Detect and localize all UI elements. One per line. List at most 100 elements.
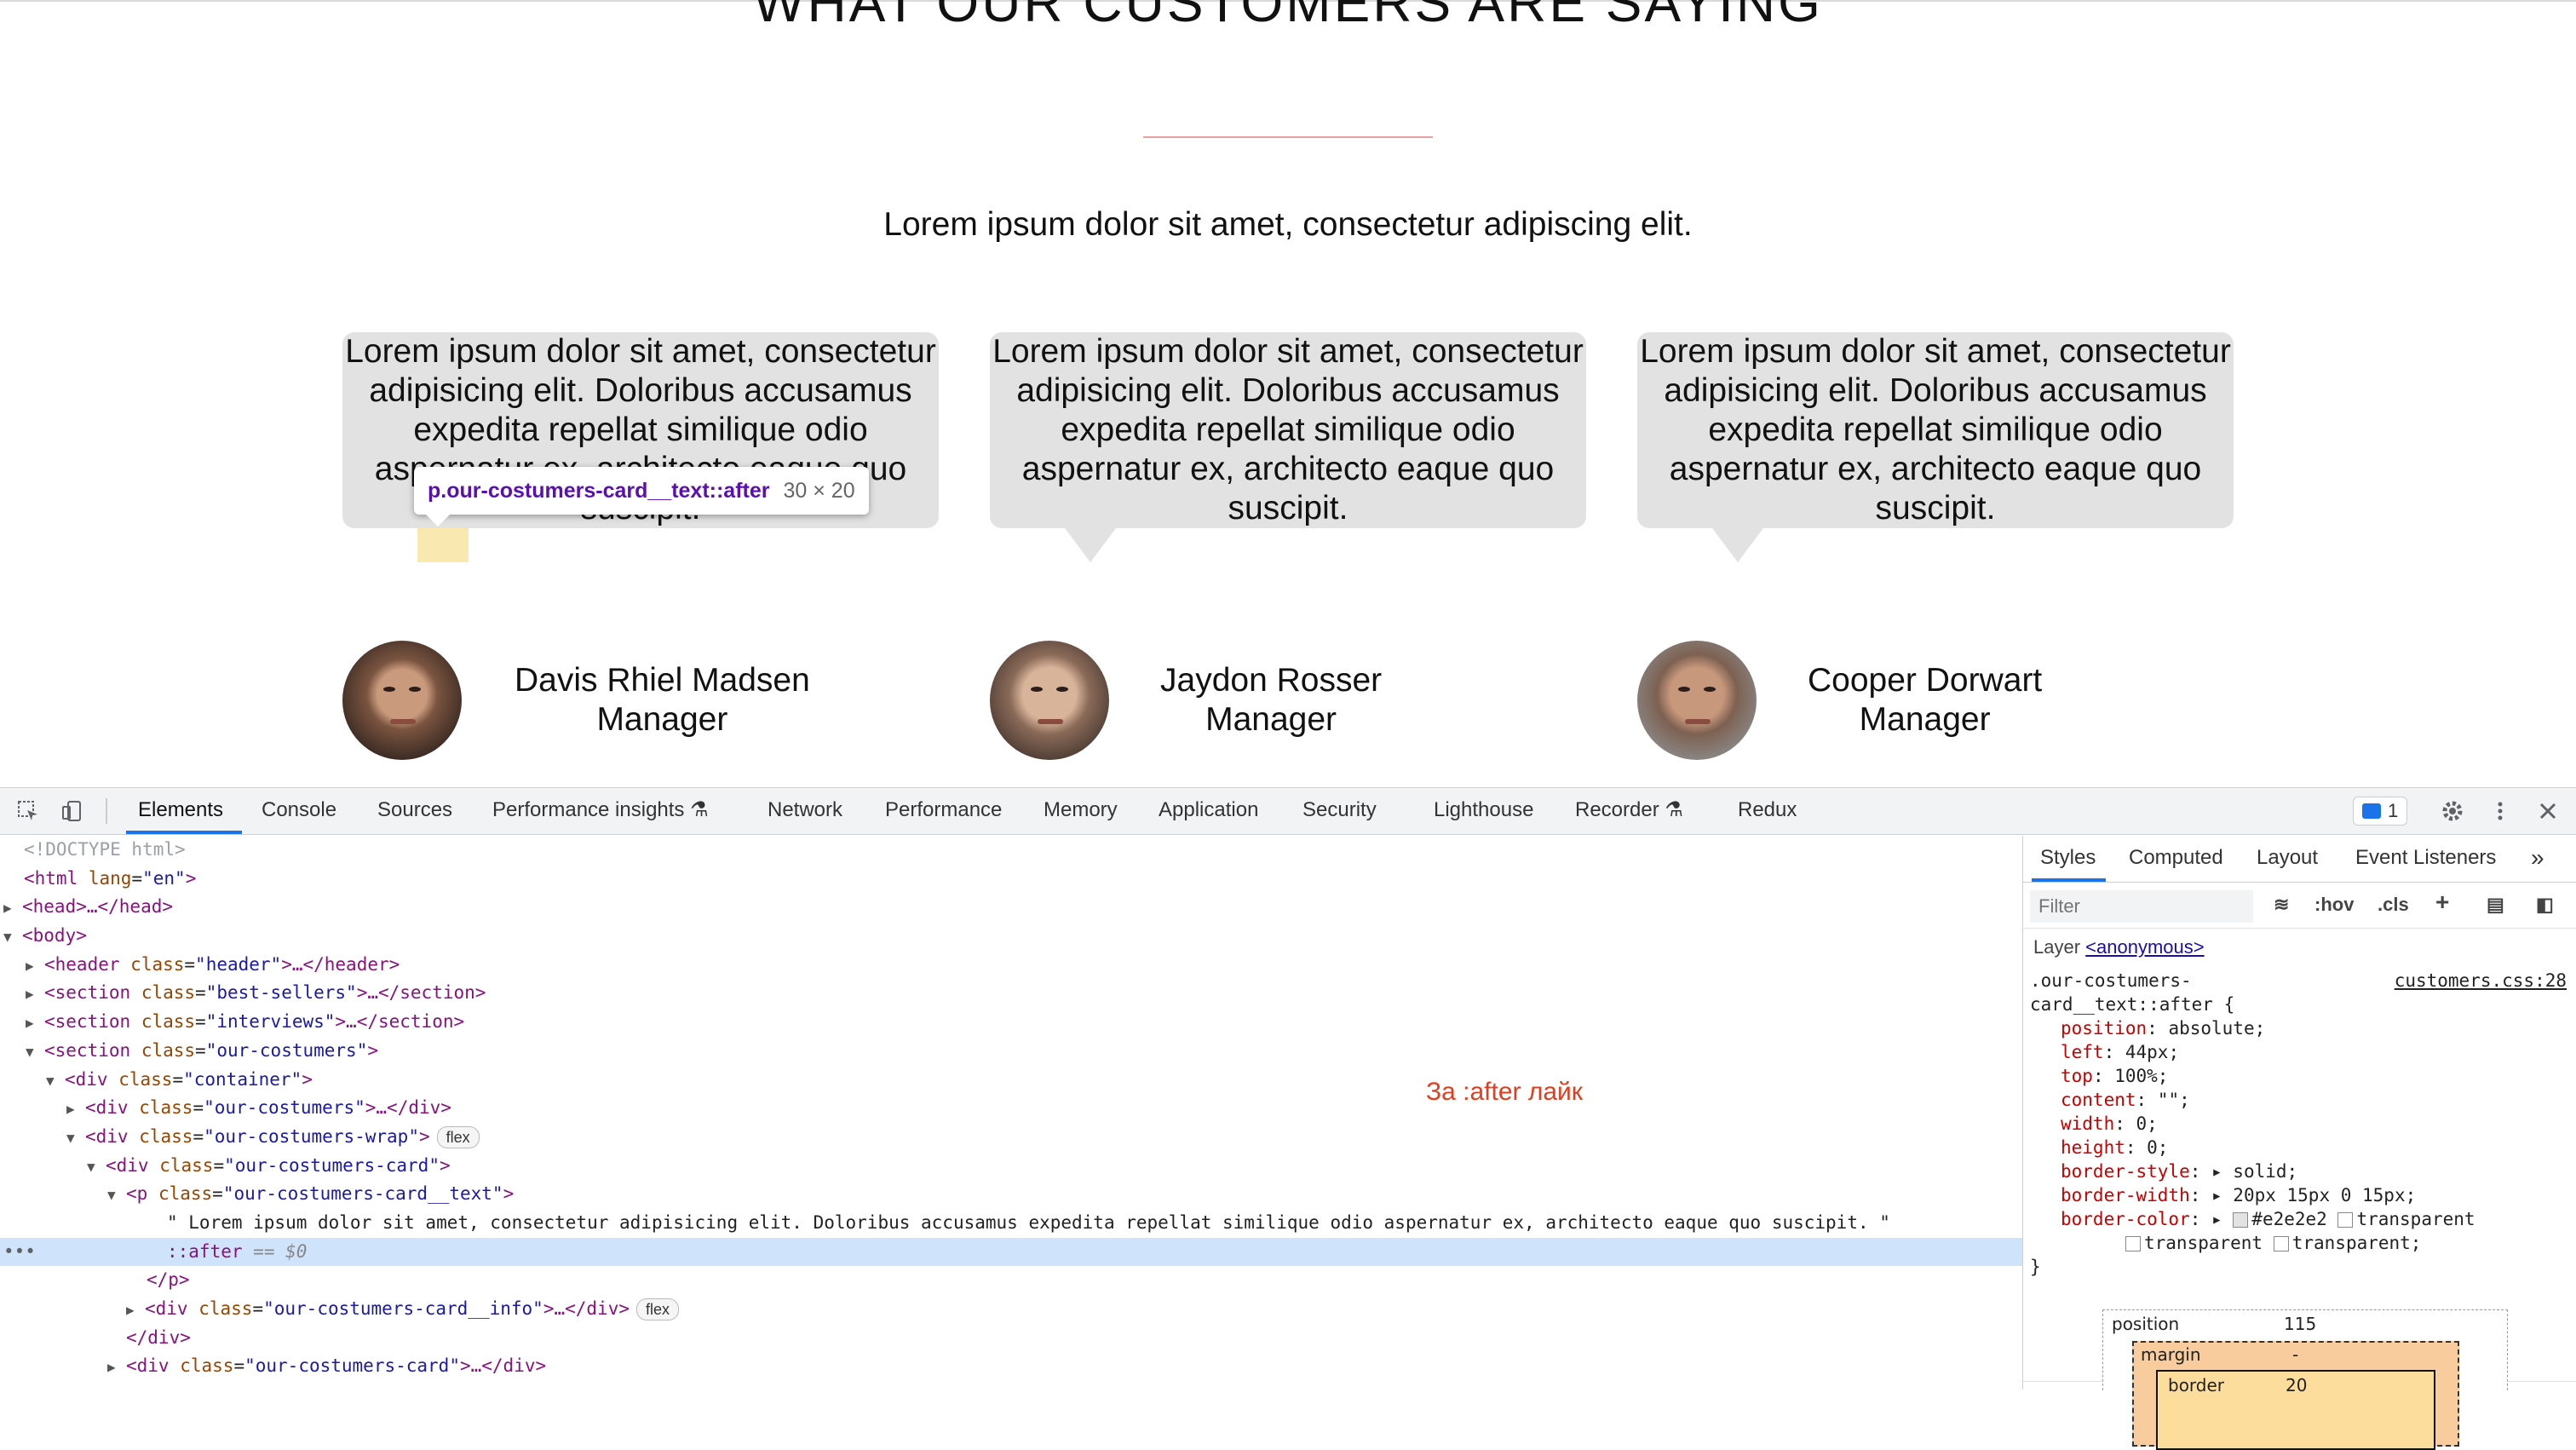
- tab-performance-insights[interactable]: Performance insights ⚗: [492, 788, 709, 832]
- expand-triangle-icon[interactable]: ▶: [26, 952, 44, 981]
- css-property[interactable]: border-style: ▸ solid;: [2030, 1159, 2567, 1183]
- add-rule-icon[interactable]: +: [2435, 889, 2449, 916]
- tab-recorder-label: Recorder: [1575, 798, 1659, 821]
- css-property[interactable]: width: 0;: [2030, 1112, 2567, 1136]
- dom-node-doctype[interactable]: <!DOCTYPE html>: [0, 836, 2022, 865]
- dom-node-html[interactable]: <html lang="en">: [0, 865, 2022, 894]
- layer-link[interactable]: <anonymous>: [2085, 936, 2204, 958]
- css-property[interactable]: position: absolute;: [2030, 1016, 2567, 1040]
- dom-node-after-selected[interactable]: •••::after == $0: [0, 1237, 2022, 1267]
- tooltip-size: 30 × 20: [783, 478, 855, 503]
- collapse-triangle-icon[interactable]: ▼: [66, 1124, 85, 1153]
- box-model-border: border 20: [2156, 1370, 2435, 1450]
- dom-node-p-close[interactable]: </p>: [0, 1266, 2022, 1295]
- dom-node-container[interactable]: ▼ <div class="container">: [0, 1066, 2022, 1095]
- testimonial-card: Lorem ipsum dolor sit amet, consectetur …: [1637, 332, 2234, 528]
- flex-badge[interactable]: flex: [636, 1298, 680, 1321]
- color-swatch[interactable]: [2337, 1212, 2354, 1228]
- dom-node-our-costumers-section[interactable]: ▼ <section class="our-costumers">: [0, 1037, 2022, 1066]
- collapse-triangle-icon[interactable]: ▼: [87, 1153, 106, 1182]
- paint-roller-icon[interactable]: ▤: [2487, 894, 2504, 916]
- testimonial-text: Lorem ipsum dolor sit amet, consectetur …: [1640, 333, 2231, 526]
- dom-node-card-text[interactable]: ▼ <p class="our-costumers-card__text">: [0, 1180, 2022, 1209]
- tab-security[interactable]: Security: [1302, 788, 1377, 832]
- more-options-icon[interactable]: [2486, 797, 2515, 826]
- dom-node-our-costumers-wrap[interactable]: ▼ <div class="our-costumers-wrap"> flex: [0, 1123, 2022, 1152]
- dom-tree: <!DOCTYPE html> <html lang="en"> ▶ <head>…: [0, 836, 2022, 1390]
- tab-application[interactable]: Application: [1159, 788, 1258, 832]
- toggle-rendering-icon[interactable]: ≋: [2274, 894, 2289, 916]
- dom-node-div-close[interactable]: </div>: [0, 1324, 2022, 1353]
- dom-node-our-costumers-div[interactable]: ▶ <div class="our-costumers">…</div>: [0, 1094, 2022, 1123]
- tab-computed[interactable]: Computed: [2129, 836, 2223, 880]
- collapse-triangle-icon[interactable]: ▼: [3, 923, 22, 952]
- expand-triangle-icon[interactable]: ▶: [107, 1353, 126, 1382]
- collapse-triangle-icon[interactable]: ▼: [46, 1067, 65, 1096]
- tab-layout[interactable]: Layout: [2257, 836, 2318, 880]
- more-dots-icon[interactable]: •••: [3, 1238, 36, 1267]
- dom-text-node[interactable]: " Lorem ipsum dolor sit amet, consectetu…: [0, 1209, 2022, 1238]
- css-property[interactable]: top: 100%;: [2030, 1064, 2567, 1088]
- color-swatch[interactable]: [2273, 1236, 2289, 1251]
- tab-memory[interactable]: Memory: [1044, 788, 1118, 832]
- tab-network[interactable]: Network: [768, 788, 842, 832]
- section-subtitle: Lorem ipsum dolor sit amet, consectetur …: [883, 206, 1693, 243]
- tab-console[interactable]: Console: [262, 788, 336, 832]
- tab-performance[interactable]: Performance: [885, 788, 1002, 832]
- dom-node-body[interactable]: ▼ <body>: [0, 922, 2022, 951]
- tab-lighthouse[interactable]: Lighthouse: [1434, 788, 1533, 832]
- hover-state-button[interactable]: :hov: [2314, 894, 2354, 916]
- dom-node-best-sellers[interactable]: ▶ <section class="best-sellers">…</sectio…: [0, 979, 2022, 1008]
- settings-gear-icon[interactable]: [2438, 797, 2467, 826]
- tab-recorder[interactable]: Recorder ⚗: [1575, 788, 1683, 832]
- device-toolbar-icon[interactable]: [58, 797, 87, 826]
- css-property[interactable]: content: "";: [2030, 1088, 2567, 1112]
- toggle-sidebar-icon[interactable]: ◧: [2536, 894, 2554, 916]
- card-tail: [1065, 528, 1116, 562]
- dom-node-card[interactable]: ▼ <div class="our-costumers-card">: [0, 1152, 2022, 1181]
- rule-source-link[interactable]: customers.css:28: [2395, 969, 2567, 993]
- styles-filter-input[interactable]: [2030, 890, 2253, 923]
- dom-node-header[interactable]: ▶ <header class="header">…</header>: [0, 951, 2022, 980]
- tab-redux[interactable]: Redux: [1738, 788, 1797, 832]
- inspect-tooltip: p.our-costumers-card__text::after 30 × 2…: [414, 467, 869, 515]
- close-icon[interactable]: [2533, 797, 2562, 826]
- tab-elements[interactable]: Elements: [125, 788, 243, 834]
- box-model-margin: margin - border 20: [2132, 1341, 2459, 1450]
- expand-triangle-icon[interactable]: ▶: [66, 1095, 85, 1124]
- dom-node-card-2[interactable]: ▶ <div class="our-costumers-card">…</div>: [0, 1352, 2022, 1381]
- expand-triangle-icon[interactable]: ▶: [3, 894, 22, 923]
- color-swatch[interactable]: [2233, 1212, 2249, 1228]
- issues-count: 1: [2388, 800, 2399, 821]
- avatar: [342, 641, 462, 760]
- expand-triangle-icon[interactable]: ▶: [26, 1009, 44, 1038]
- customer-role: Manager: [1205, 701, 1337, 738]
- class-toggle-button[interactable]: .cls: [2378, 894, 2409, 916]
- inspect-element-icon[interactable]: [14, 797, 43, 826]
- dom-node-head[interactable]: ▶ <head>…</head>: [0, 893, 2022, 922]
- avatar: [990, 641, 1109, 760]
- customer-role: Manager: [596, 701, 728, 738]
- css-property[interactable]: height: 0;: [2030, 1136, 2567, 1159]
- box-model-position-value[interactable]: 115: [2284, 1314, 2316, 1334]
- issues-badge[interactable]: 1: [2353, 797, 2408, 826]
- dom-node-card-info[interactable]: ▶ <div class="our-costumers-card__info">……: [0, 1295, 2022, 1324]
- flex-badge[interactable]: flex: [436, 1125, 480, 1148]
- color-swatch[interactable]: [2125, 1236, 2141, 1251]
- more-tabs-chevron-icon[interactable]: »: [2531, 836, 2544, 880]
- collapse-triangle-icon[interactable]: ▼: [107, 1181, 126, 1210]
- web-page: WHAT OUR CUSTOMERS ARE SAYING Lorem ipsu…: [0, 0, 2576, 787]
- css-property-border-color[interactable]: border-color: ▸ #e2e2e2 transparent: [2030, 1207, 2567, 1231]
- expand-triangle-icon[interactable]: ▶: [26, 980, 44, 1009]
- collapse-triangle-icon[interactable]: ▼: [26, 1038, 44, 1067]
- css-property[interactable]: border-width: ▸ 20px 15px 0 15px;: [2030, 1183, 2567, 1207]
- dom-node-interviews[interactable]: ▶ <section class="interviews">…</section>: [0, 1008, 2022, 1037]
- tab-styles[interactable]: Styles: [2031, 836, 2107, 882]
- tab-event-listeners[interactable]: Event Listeners: [2355, 836, 2496, 880]
- devtools-toolbar: Elements Console Sources Performance ins…: [0, 788, 2576, 835]
- rule-close-brace: }: [2030, 1257, 2041, 1277]
- css-property[interactable]: left: 44px;: [2030, 1040, 2567, 1064]
- testimonial-card: Lorem ipsum dolor sit amet, consectetur …: [990, 332, 1586, 528]
- expand-triangle-icon[interactable]: ▶: [126, 1296, 145, 1325]
- tab-sources[interactable]: Sources: [377, 788, 452, 832]
